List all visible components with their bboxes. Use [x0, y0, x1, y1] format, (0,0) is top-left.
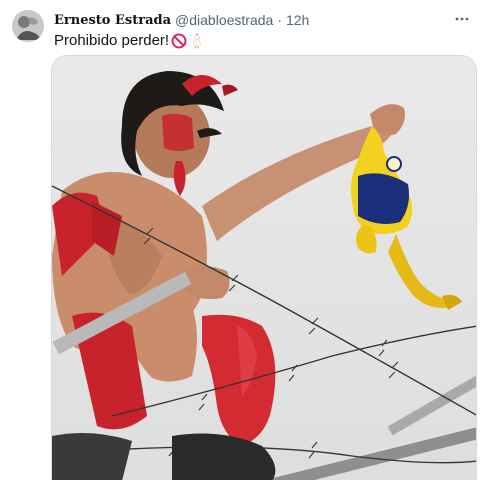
tweet-text-content: Prohibido perder! — [54, 32, 170, 49]
tweet-header: Ernesto Estrada @diabloestrada · 12h — [54, 11, 309, 29]
author-display-name[interactable]: Ernesto Estrada — [54, 13, 171, 28]
tweet-timestamp[interactable]: 12h — [286, 12, 309, 28]
tweet[interactable]: Ernesto Estrada @diabloestrada · 12h Pro… — [0, 0, 482, 480]
chicken-icon — [189, 33, 205, 49]
more-dots-icon — [455, 17, 469, 21]
more-options-button[interactable] — [452, 9, 472, 29]
avatar[interactable] — [12, 10, 44, 42]
tweet-text: Prohibido perder! — [54, 32, 205, 50]
tweet-media-image[interactable] — [51, 55, 477, 480]
author-handle[interactable]: @diabloestrada — [175, 12, 273, 28]
no-entry-sign-icon — [171, 33, 187, 49]
separator-dot: · — [277, 12, 282, 28]
